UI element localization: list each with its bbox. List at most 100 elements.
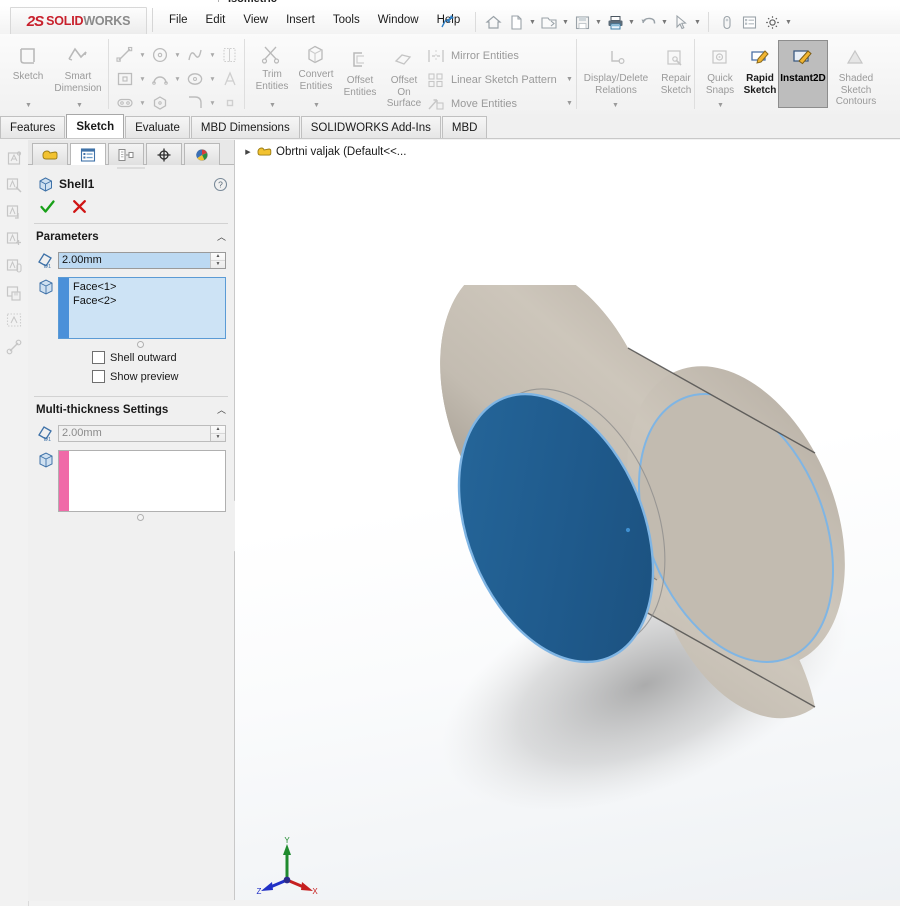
- tab-features[interactable]: Features: [0, 116, 66, 138]
- linear-pattern-dropdown-icon[interactable]: ▼: [566, 76, 573, 83]
- ribbon-offset-on-surface-button[interactable]: Offset On Surface: [380, 48, 428, 110]
- ribbon-move-entities-button[interactable]: Move Entities: [424, 94, 517, 114]
- multi-faces-list[interactable]: [69, 451, 225, 511]
- ribbon-rapid-sketch-button[interactable]: Rapid Sketch: [736, 46, 784, 96]
- save-dropdown-icon[interactable]: ▼: [594, 11, 603, 33]
- zoom-to-fit-icon[interactable]: [706, 140, 728, 142]
- display-manager-tab[interactable]: [184, 143, 220, 165]
- open-dropdown-icon[interactable]: ▼: [561, 11, 570, 33]
- annotation-edit-icon[interactable]: [3, 173, 25, 197]
- annotation-area-icon[interactable]: [3, 308, 25, 332]
- rectangle-dropdown-icon[interactable]: ▼: [138, 76, 147, 83]
- spline-icon[interactable]: [182, 43, 208, 67]
- ribbon-instant2d-button[interactable]: Instant2D: [778, 40, 828, 108]
- multi-thickness-spinner[interactable]: ▲ ▼: [210, 425, 225, 441]
- menu-insert[interactable]: Insert: [277, 10, 324, 30]
- slot-dropdown-icon[interactable]: ▼: [138, 100, 147, 107]
- annotation-link-icon[interactable]: [3, 335, 25, 359]
- ribbon-smart-dimension-button[interactable]: Smart Dimension: [52, 44, 104, 94]
- ribbon-display-delete-relations-button[interactable]: Display/Delete Relations: [580, 46, 652, 96]
- chevron-up-icon[interactable]: ︿: [217, 230, 226, 243]
- faces-list[interactable]: Face<1> Face<2>: [69, 278, 225, 338]
- move-entities-dropdown-icon[interactable]: ▼: [566, 100, 573, 107]
- tab-mbd[interactable]: MBD: [441, 116, 488, 138]
- pin-icon[interactable]: [440, 13, 456, 29]
- point-icon[interactable]: [217, 91, 243, 115]
- rectangle-icon[interactable]: [112, 67, 138, 91]
- new-document-icon[interactable]: [505, 11, 527, 33]
- fillet-dropdown-icon[interactable]: ▼: [208, 100, 217, 107]
- shell-outward-checkbox[interactable]: [92, 351, 105, 364]
- ellipse-dropdown-icon[interactable]: ▼: [208, 76, 217, 83]
- smart-dimension-dropdown-icon[interactable]: ▼: [76, 102, 83, 109]
- polygon-icon[interactable]: [147, 91, 173, 115]
- text-a-icon[interactable]: [217, 67, 243, 91]
- tab-solidworks-add-ins[interactable]: SOLIDWORKS Add-Ins: [300, 116, 441, 138]
- faces-selection-box[interactable]: Face<1> Face<2>: [58, 277, 226, 339]
- shell-outward-checkbox-row[interactable]: Shell outward: [28, 348, 234, 367]
- annotation-save-icon[interactable]: [3, 281, 25, 305]
- feature-manager-tab[interactable]: [32, 143, 68, 165]
- arc-dropdown-icon[interactable]: ▼: [173, 76, 182, 83]
- view-orientation-icon[interactable]: [802, 140, 824, 142]
- multi-thickness-input[interactable]: [59, 425, 210, 441]
- multi-thickness-chevron-up-icon[interactable]: ︿: [217, 403, 226, 416]
- ribbon-repair-sketch-button[interactable]: Repair Sketch: [652, 46, 700, 96]
- ribbon-offset-entities-button[interactable]: Offset Entities: [336, 48, 384, 98]
- select-dropdown-icon[interactable]: ▼: [693, 11, 702, 33]
- property-manager-tab[interactable]: [70, 143, 106, 165]
- help-question-icon[interactable]: ?: [213, 177, 228, 192]
- capsule-icon[interactable]: [715, 11, 737, 33]
- menu-view[interactable]: View: [234, 10, 277, 30]
- multi-thickness-input-wrapper[interactable]: ▲▼: [58, 424, 226, 442]
- tree-item-label[interactable]: Obrtni valjak (Default<<...: [276, 146, 406, 158]
- ribbon-sketch-button[interactable]: Sketch: [4, 44, 52, 83]
- annotation-compare-icon[interactable]: [3, 254, 25, 278]
- select-cursor-icon[interactable]: [670, 11, 692, 33]
- parameters-section-header[interactable]: Parameters ︿: [28, 226, 234, 246]
- save-icon[interactable]: [571, 11, 593, 33]
- undo-icon[interactable]: [637, 11, 659, 33]
- menu-window[interactable]: Window: [369, 10, 428, 30]
- faces-resize-handle[interactable]: [46, 339, 234, 348]
- print-dropdown-icon[interactable]: ▼: [627, 11, 636, 33]
- thickness-input-wrapper[interactable]: ▲▼: [58, 251, 226, 269]
- new-document-dropdown-icon[interactable]: ▼: [528, 11, 537, 33]
- solidworks-logo[interactable]: 2S SOLID WORKS: [10, 7, 147, 35]
- section-view-icon[interactable]: [778, 140, 800, 142]
- convert-dropdown-icon[interactable]: ▼: [313, 102, 320, 109]
- display-style-icon[interactable]: [826, 140, 848, 142]
- thickness-spinner[interactable]: ▲ ▼: [210, 252, 225, 268]
- tab-evaluate[interactable]: Evaluate: [125, 116, 190, 138]
- mirror-grid-icon[interactable]: [217, 43, 243, 67]
- configuration-manager-tab[interactable]: [108, 143, 144, 165]
- ribbon-shaded-sketch-contours-button[interactable]: Shaded Sketch Contours: [832, 46, 880, 108]
- quick-snaps-dropdown-icon[interactable]: ▼: [717, 102, 724, 109]
- menu-tools[interactable]: Tools: [324, 10, 369, 30]
- multi-faces-resize-handle[interactable]: [46, 512, 234, 521]
- tab-sketch[interactable]: Sketch: [66, 114, 125, 138]
- dimxpert-manager-tab[interactable]: [146, 143, 182, 165]
- ribbon-trim-entities-button[interactable]: Trim Entities: [248, 42, 296, 92]
- annotation-move-icon[interactable]: [3, 200, 25, 224]
- cylinder-model[interactable]: [360, 261, 880, 830]
- gear-icon[interactable]: [761, 11, 783, 33]
- line-icon[interactable]: [112, 43, 138, 67]
- tab-mbd-dimensions[interactable]: MBD Dimensions: [190, 116, 300, 138]
- multi-thickness-section-header[interactable]: Multi-thickness Settings ︿: [28, 399, 234, 419]
- zoom-to-area-icon[interactable]: [730, 140, 752, 142]
- slot-icon[interactable]: [112, 91, 138, 115]
- menu-file[interactable]: File: [160, 10, 197, 30]
- ellipse-icon[interactable]: [182, 67, 208, 91]
- red-x-icon[interactable]: [70, 197, 88, 215]
- show-preview-checkbox-row[interactable]: Show preview: [28, 367, 234, 386]
- ribbon-mirror-entities-button[interactable]: Mirror Entities: [424, 46, 519, 66]
- arc-icon[interactable]: [147, 67, 173, 91]
- multi-faces-selection-box[interactable]: [58, 450, 226, 512]
- ribbon-convert-entities-button[interactable]: Convert Entities: [292, 42, 340, 92]
- note-icon[interactable]: [3, 146, 25, 170]
- green-check-icon[interactable]: [38, 197, 56, 215]
- sketch-dropdown-icon[interactable]: ▼: [25, 102, 32, 109]
- show-preview-checkbox[interactable]: [92, 370, 105, 383]
- circle-dropdown-icon[interactable]: ▼: [173, 52, 182, 59]
